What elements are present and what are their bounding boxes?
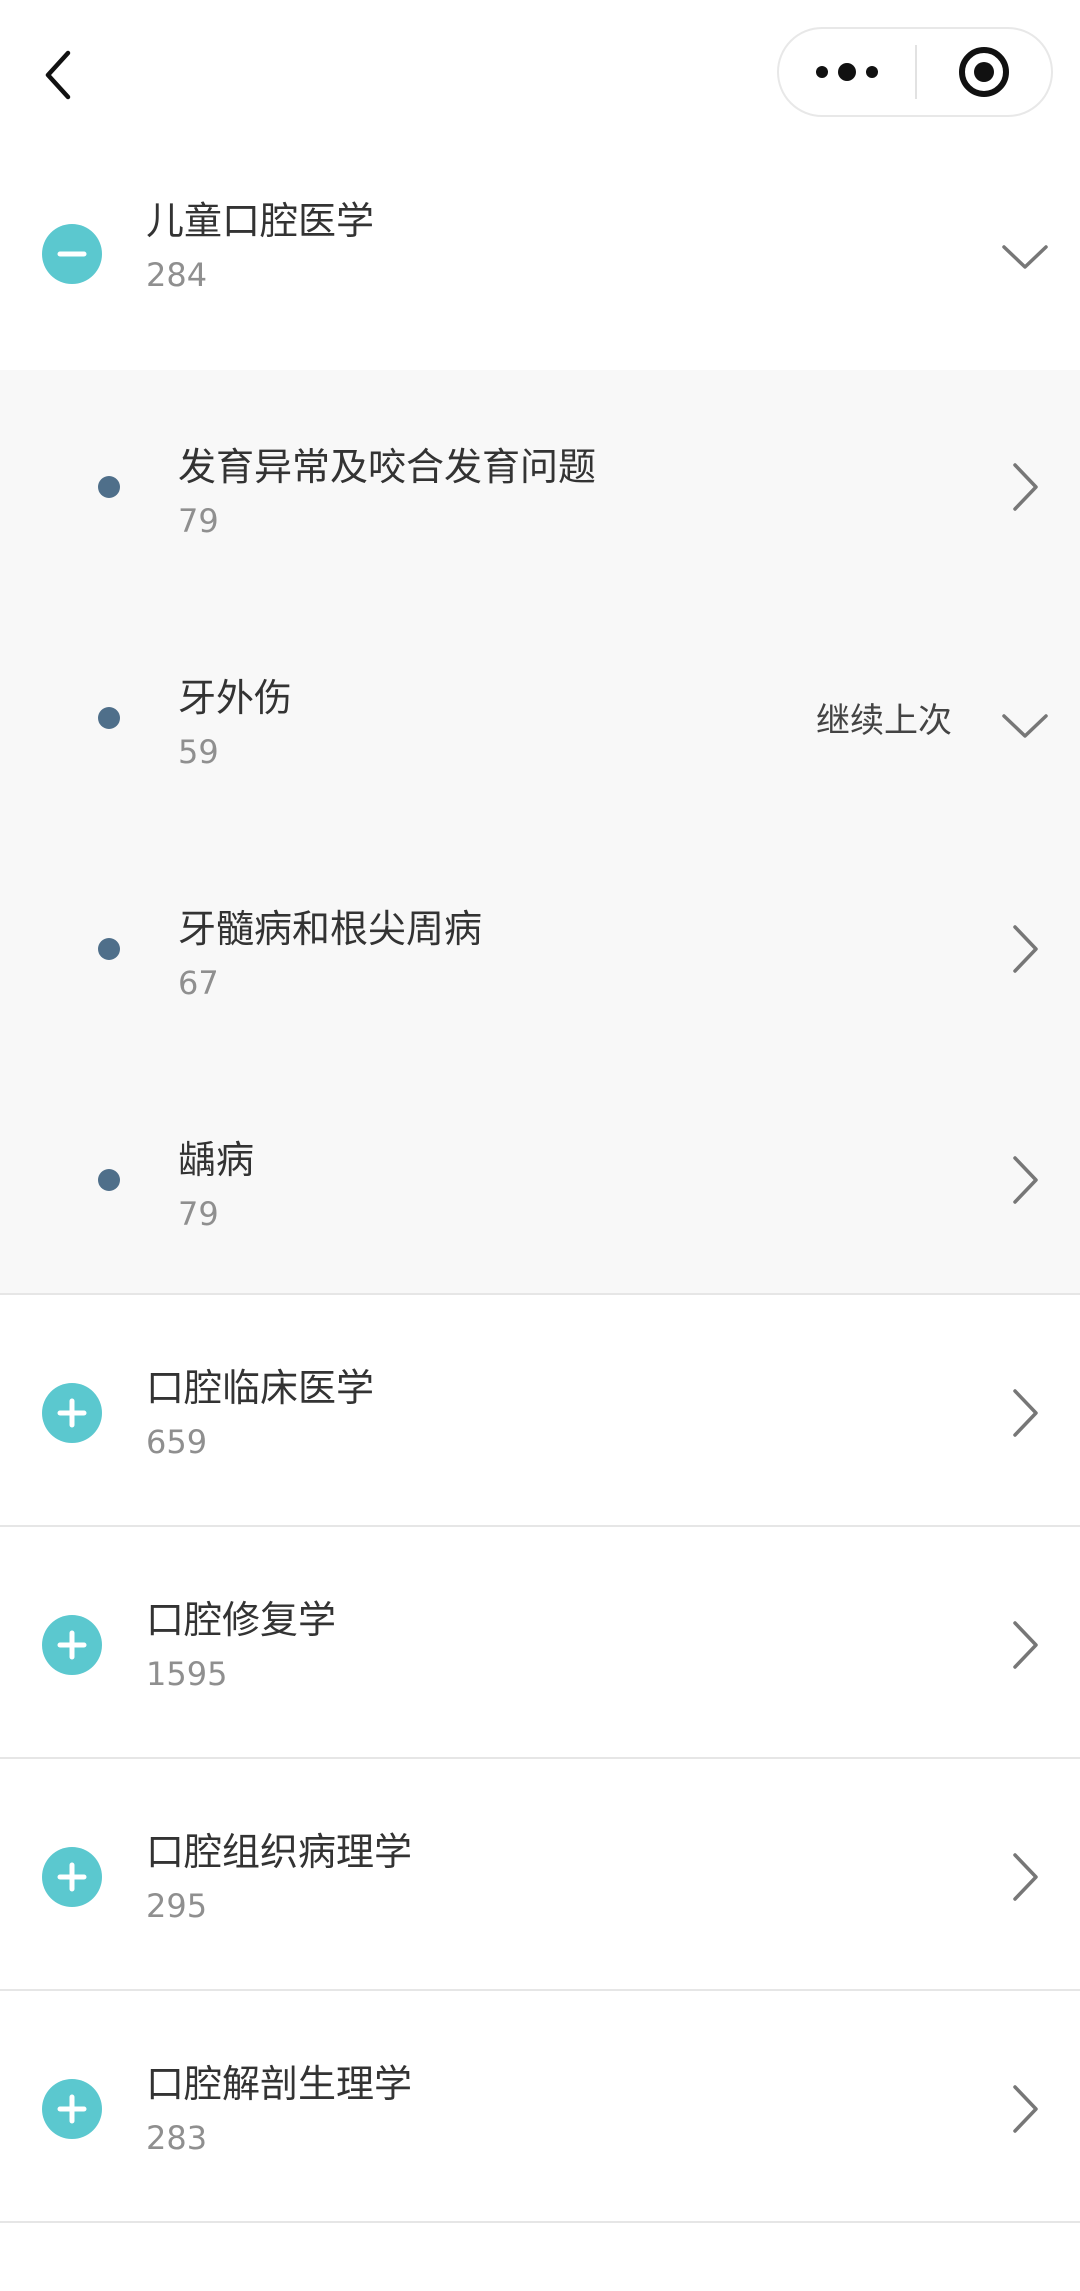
chevron-right-button[interactable] [1000, 1388, 1050, 1438]
expand-button[interactable] [42, 2079, 102, 2139]
chevron-right-button[interactable] [1000, 924, 1050, 974]
plus-icon [57, 1398, 87, 1428]
chevron-down-icon [1002, 714, 1048, 738]
subcategory-list: 发育异常及咬合发育问题 79 牙外伤 59 继续上次 牙髓病和根尖周病 67 龋… [0, 370, 1080, 1443]
plus-icon [57, 1862, 87, 1892]
more-button[interactable] [779, 29, 915, 115]
plus-icon [57, 1630, 87, 1660]
chevron-right-icon [1013, 1389, 1038, 1437]
expand-button[interactable] [42, 1615, 102, 1675]
subcategory-row[interactable]: 牙髓病和根尖周病 67 [0, 832, 1080, 1063]
category-title: 口腔修复学 [146, 1598, 337, 1642]
back-button[interactable] [28, 40, 88, 110]
chevron-right-button[interactable] [1000, 1852, 1050, 1902]
plus-icon [57, 2094, 87, 2124]
chevron-right-icon [1013, 1156, 1038, 1204]
expand-button[interactable] [42, 1847, 102, 1907]
subcategory-count: 67 [178, 964, 219, 1002]
bullet-dot [98, 938, 120, 960]
chevron-right-icon [1013, 1853, 1038, 1901]
subcategory-count: 59 [178, 733, 219, 771]
bullet-dot [98, 1169, 120, 1191]
subcategory-row[interactable]: 发育异常及咬合发育问题 79 [0, 370, 1080, 601]
subcategory-title: 牙髓病和根尖周病 [178, 907, 483, 951]
minus-icon [57, 251, 87, 257]
category-row[interactable]: 口腔解剖生理学 283 [0, 1991, 1080, 2223]
category-row[interactable]: 口腔临床医学 659 [0, 1295, 1080, 1527]
category-list: 口腔临床医学 659 口腔修复学 1595 口腔组织病理学 295 口腔解剖生理… [0, 1295, 1080, 2223]
category-count: 295 [146, 1887, 208, 1925]
category-title: 口腔临床医学 [146, 1366, 375, 1410]
chevron-right-icon [1013, 1621, 1038, 1669]
chevron-right-icon [1013, 925, 1038, 973]
mini-program-capsule [777, 27, 1053, 117]
expand-button[interactable] [42, 1383, 102, 1443]
category-row[interactable]: 口腔组织病理学 295 [0, 1759, 1080, 1991]
continue-last-label[interactable]: 继续上次 [816, 693, 952, 742]
category-count: 1595 [146, 1655, 228, 1693]
subcategory-title: 发育异常及咬合发育问题 [178, 445, 597, 489]
chevron-down-icon [1002, 245, 1048, 269]
chevron-right-icon [1013, 463, 1038, 511]
subcategory-row[interactable]: 牙外伤 59 继续上次 [0, 601, 1080, 832]
category-title: 口腔组织病理学 [146, 1830, 413, 1874]
chevron-right-button[interactable] [1000, 1620, 1050, 1670]
category-title: 口腔解剖生理学 [146, 2062, 413, 2106]
top-bar [0, 0, 1080, 150]
subcategory-title: 牙外伤 [178, 676, 293, 720]
chevron-right-button[interactable] [1000, 462, 1050, 512]
chevron-left-icon [45, 50, 71, 100]
category-count: 283 [146, 2119, 208, 2157]
chevron-right-button[interactable] [1000, 2084, 1050, 2134]
subcategory-count: 79 [178, 1195, 219, 1233]
subcategory-count: 79 [178, 502, 219, 540]
chevron-down-button[interactable] [1000, 701, 1050, 751]
chevron-right-button[interactable] [1000, 1155, 1050, 1205]
collapse-button[interactable] [42, 224, 102, 284]
bullet-dot [98, 476, 120, 498]
chevron-right-icon [1013, 2085, 1038, 2133]
category-title: 儿童口腔医学 [146, 199, 375, 243]
bullet-dot [98, 707, 120, 729]
close-button[interactable] [917, 29, 1051, 115]
category-count: 284 [146, 256, 208, 294]
chevron-down-button[interactable] [1000, 232, 1050, 282]
more-dots-icon [816, 63, 878, 81]
category-row[interactable]: 口腔修复学 1595 [0, 1527, 1080, 1759]
category-count: 659 [146, 1423, 208, 1461]
category-row-expanded[interactable]: 儿童口腔医学 284 [0, 150, 1080, 370]
target-circle-icon [959, 47, 1009, 97]
subcategory-title: 龋病 [178, 1138, 255, 1182]
